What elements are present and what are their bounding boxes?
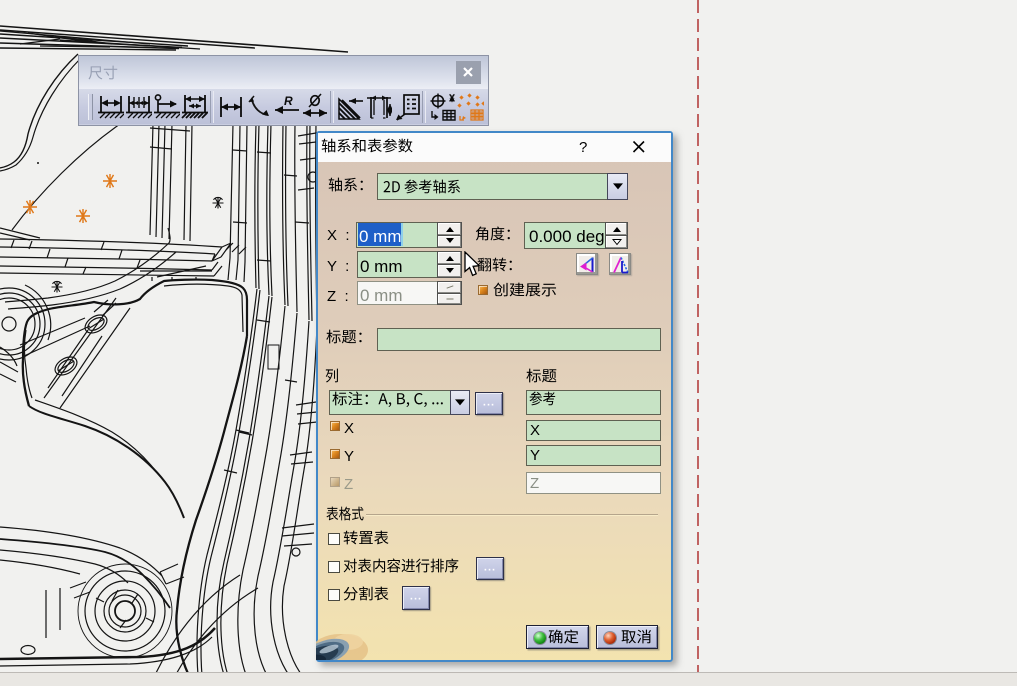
- svg-text:R: R: [284, 94, 293, 108]
